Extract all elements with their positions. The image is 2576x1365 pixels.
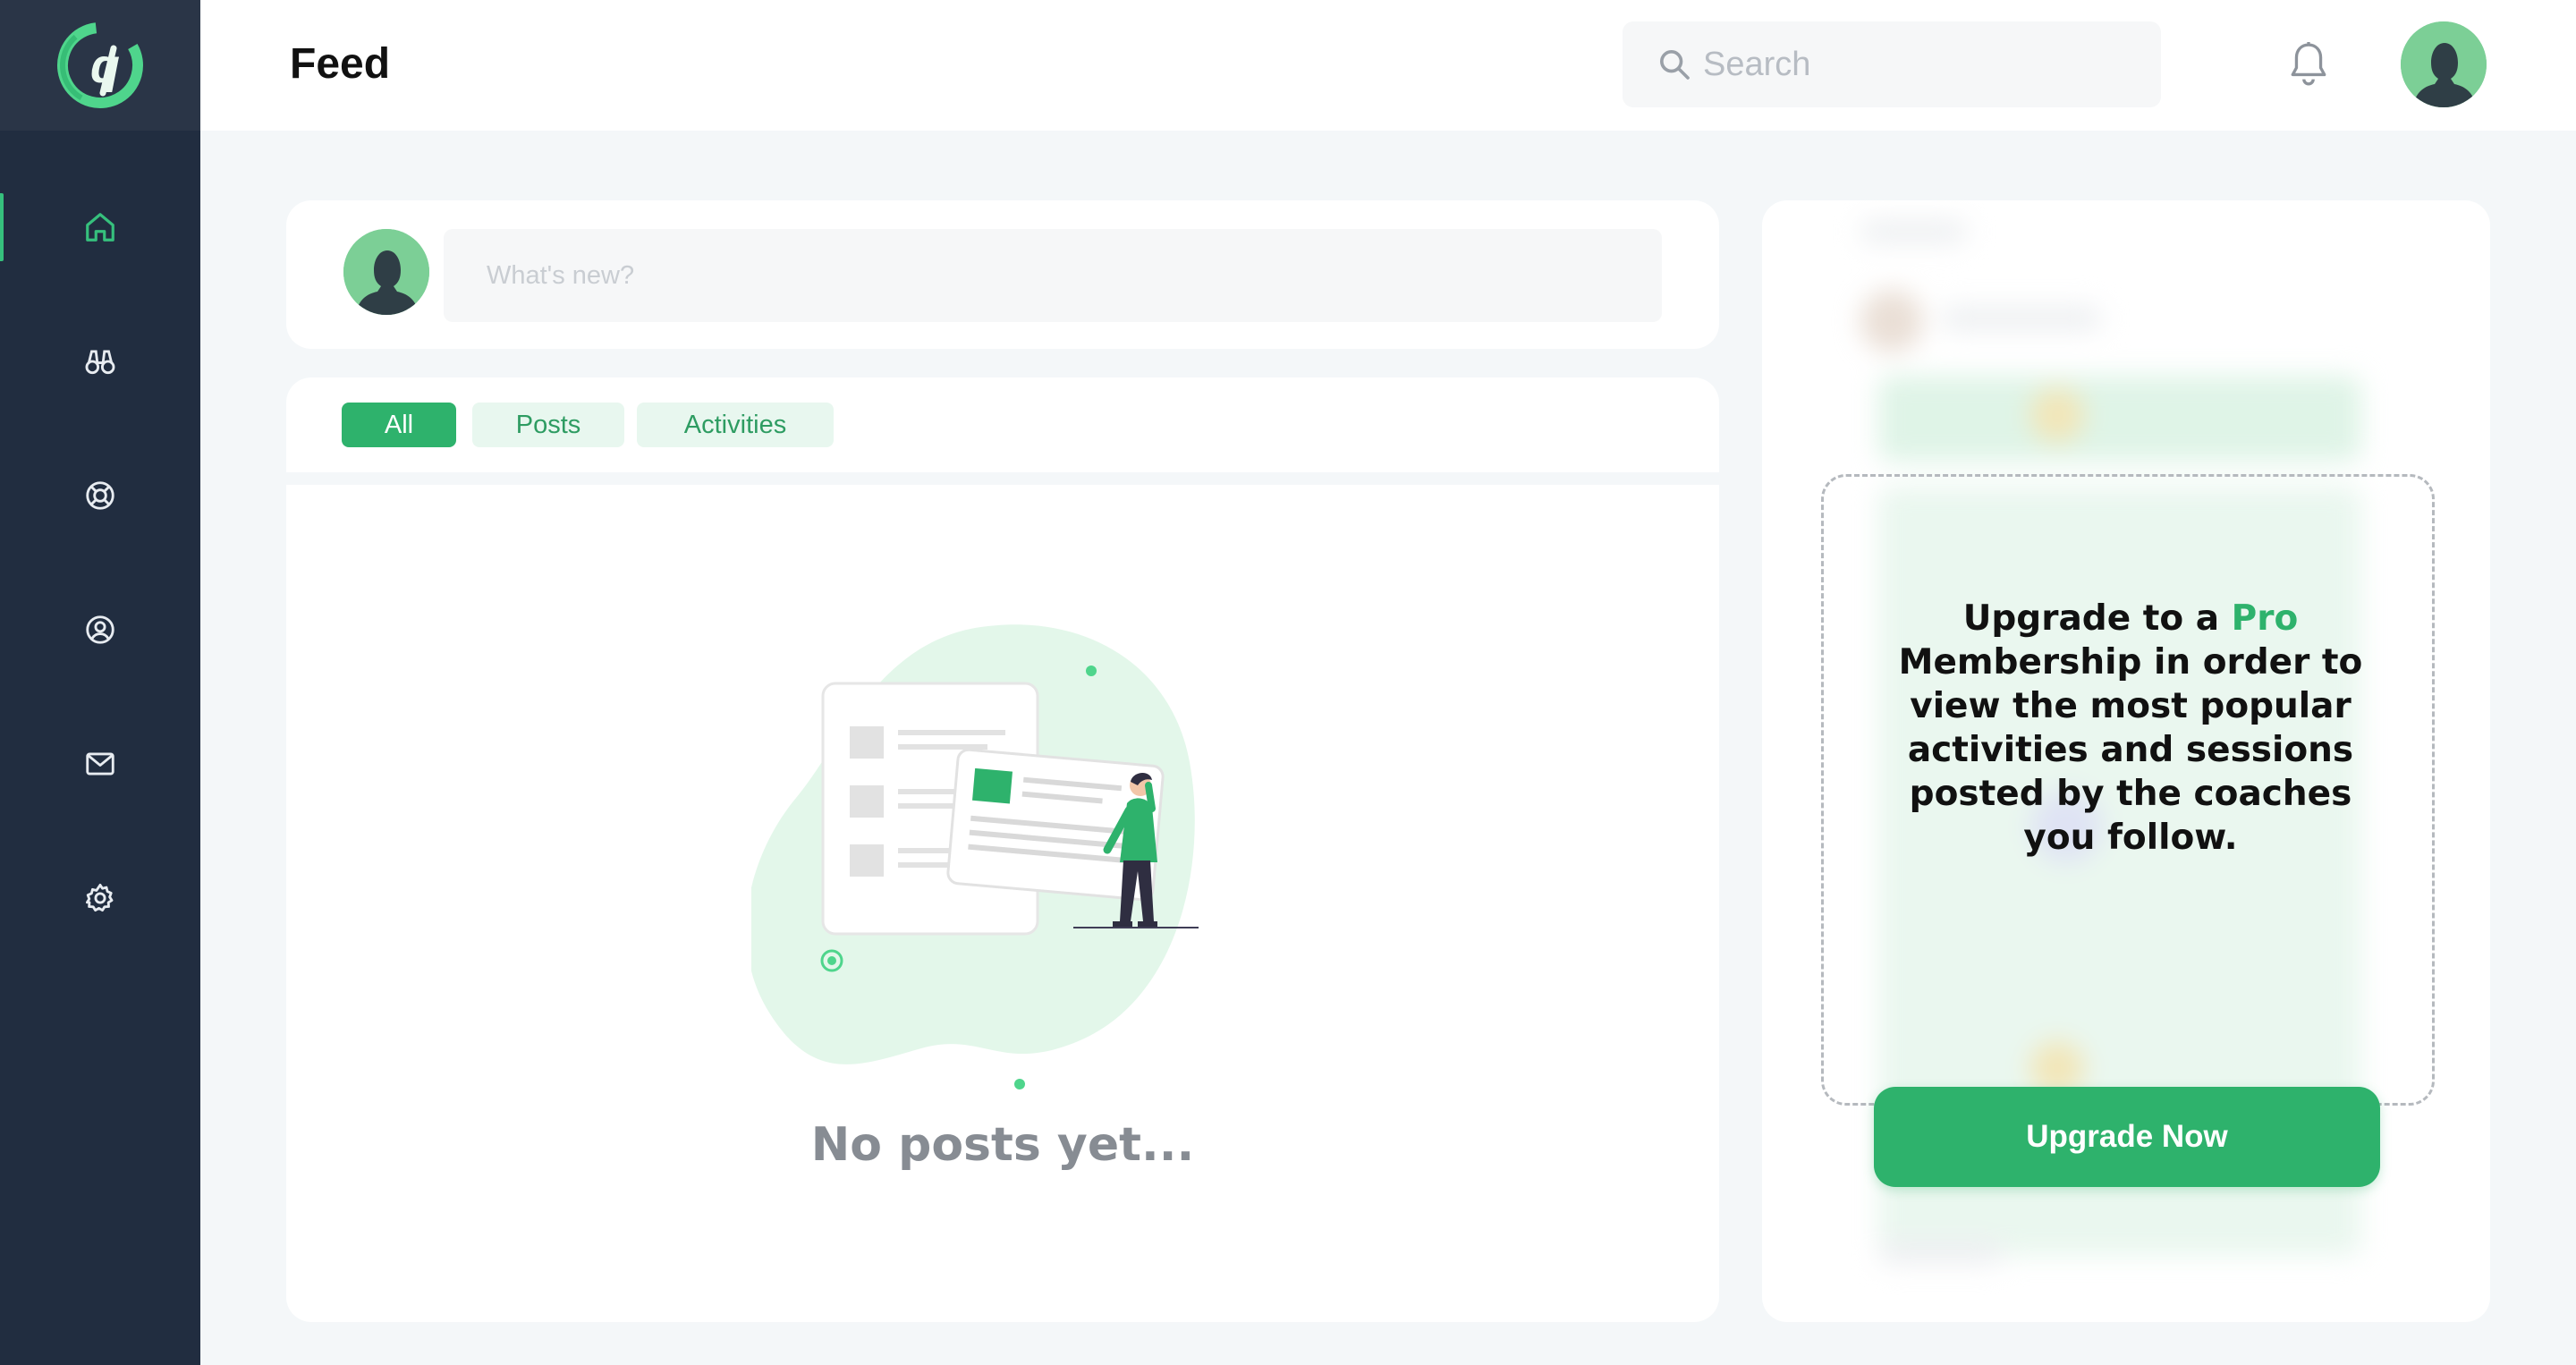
mail-icon bbox=[86, 752, 114, 776]
search-box[interactable] bbox=[1623, 21, 2161, 107]
user-avatar[interactable] bbox=[2401, 21, 2487, 107]
promo-pro-highlight: Pro bbox=[2231, 598, 2299, 639]
feed-filter-tabs: All Posts Activities bbox=[286, 377, 1719, 472]
profile-icon bbox=[86, 615, 114, 644]
page-title: Feed bbox=[290, 40, 391, 88]
search-input[interactable] bbox=[1703, 39, 2132, 89]
upgrade-now-button[interactable]: Upgrade Now bbox=[1874, 1087, 2380, 1187]
promo-dashed-frame: Upgrade to a Pro Membership in order to … bbox=[1821, 474, 2435, 1187]
search-icon bbox=[1660, 50, 1690, 80]
upgrade-promo-panel: Upgrade to a Pro Membership in order to … bbox=[1762, 200, 2490, 1322]
home-icon bbox=[86, 213, 114, 242]
sidebar-item-support[interactable] bbox=[0, 460, 200, 531]
sidebar-item-home[interactable] bbox=[0, 191, 200, 263]
whats-new-input[interactable]: What's new? bbox=[444, 229, 1662, 322]
bell-icon[interactable] bbox=[2286, 39, 2331, 89]
settings-icon bbox=[86, 884, 114, 912]
sidebar-item-explore[interactable] bbox=[0, 326, 200, 397]
tab-all[interactable]: All bbox=[342, 403, 456, 447]
tab-activities[interactable]: Activities bbox=[637, 403, 834, 447]
app-logo[interactable]: q bbox=[0, 0, 200, 131]
avatar-silhouette-icon bbox=[343, 229, 429, 315]
promo-text-after: Membership in order to view the most pop… bbox=[1898, 642, 2363, 858]
post-composer: What's new? bbox=[286, 200, 1719, 349]
feed-panel: No posts yet... bbox=[286, 485, 1719, 1322]
promo-text-before: Upgrade to a bbox=[1962, 598, 2232, 639]
composer-avatar bbox=[343, 229, 429, 315]
sidebar-item-messages[interactable] bbox=[0, 728, 200, 800]
sidebar-item-settings[interactable] bbox=[0, 862, 200, 934]
top-header: Feed bbox=[200, 0, 2576, 131]
empty-feed-illustration bbox=[751, 624, 1199, 1089]
promo-message: Upgrade to a Pro Membership in order to … bbox=[1877, 597, 2384, 860]
lifebuoy-icon bbox=[86, 481, 114, 510]
sidebar-item-profile[interactable] bbox=[0, 594, 200, 666]
tab-posts[interactable]: Posts bbox=[472, 403, 624, 447]
binoculars-icon bbox=[85, 350, 115, 375]
sidebar: q bbox=[0, 0, 200, 1365]
logo-icon: q bbox=[57, 22, 143, 108]
avatar-silhouette-icon bbox=[2401, 21, 2487, 107]
empty-feed-message: No posts yet... bbox=[810, 1118, 1195, 1172]
